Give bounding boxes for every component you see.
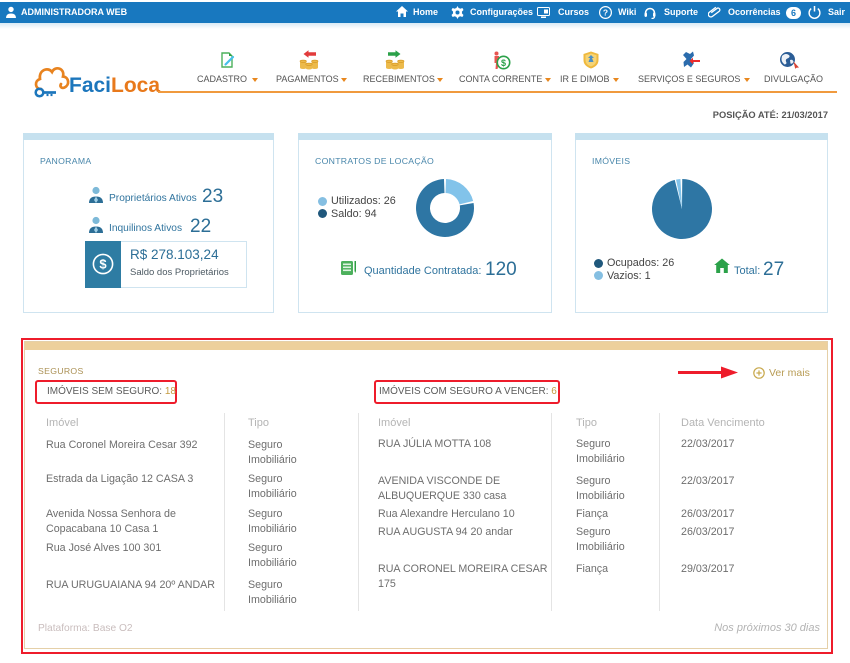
svg-text:?: ? xyxy=(603,7,608,17)
svg-text:$: $ xyxy=(501,58,506,68)
svg-text:$: $ xyxy=(99,257,107,272)
